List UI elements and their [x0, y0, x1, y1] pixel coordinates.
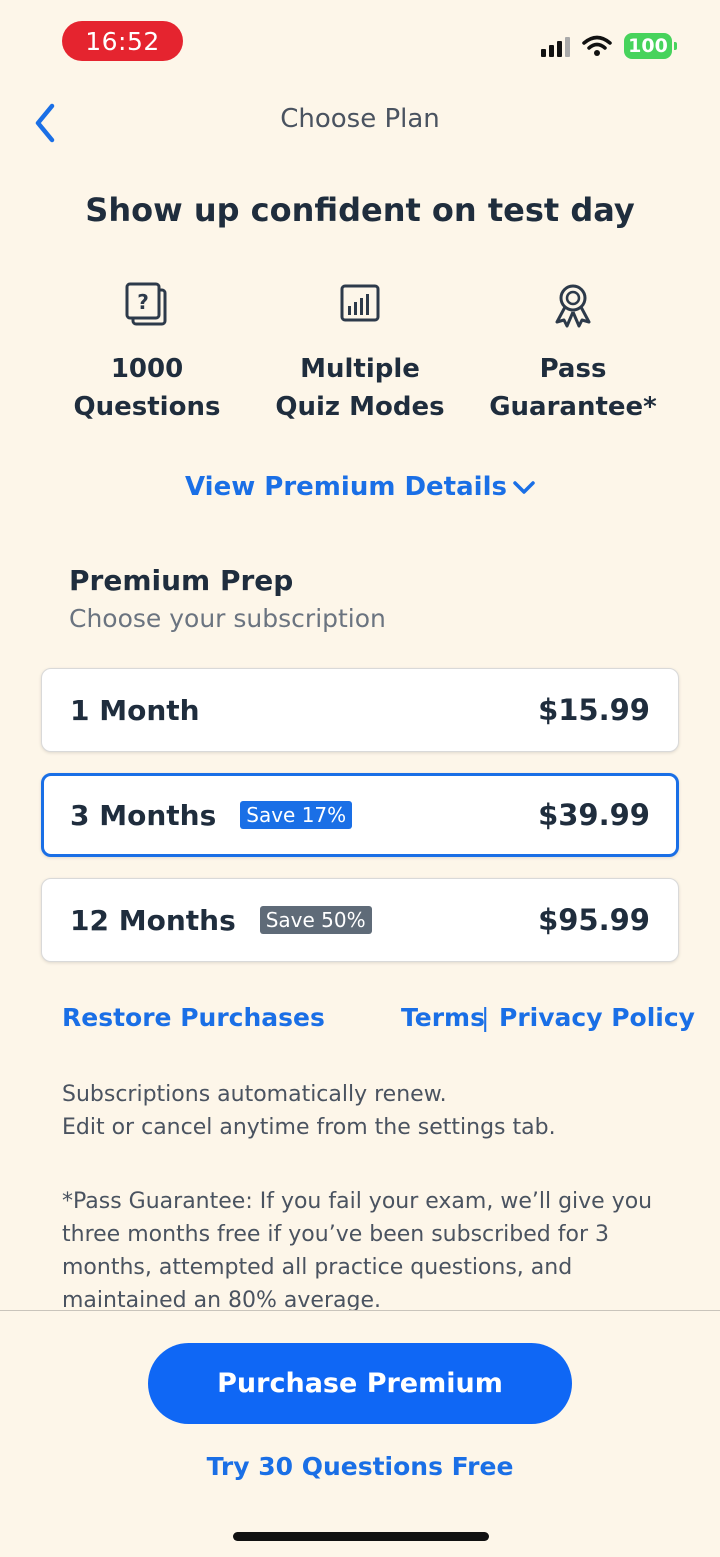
- feature-pass-line2: Guarantee*: [489, 392, 657, 422]
- save-badge: Save 17%: [240, 801, 353, 829]
- plan-option-12-months[interactable]: 12 Months Save 50% $95.99: [41, 878, 679, 962]
- plan-price: $39.99: [538, 798, 650, 832]
- feature-questions: ? 1000 Questions: [37, 280, 257, 426]
- renewal-line-1: Subscriptions automatically renew.: [62, 1082, 447, 1107]
- feature-questions-line2: Questions: [73, 392, 221, 422]
- privacy-policy-link[interactable]: Privacy Policy: [499, 1003, 695, 1032]
- plan-name: 1 Month: [70, 693, 200, 727]
- feature-pass-line1: Pass: [539, 354, 607, 384]
- feature-quiz-line2: Quiz Modes: [275, 392, 445, 422]
- feature-quiz-modes: Multiple Quiz Modes: [250, 280, 470, 426]
- view-details-label: View Premium Details: [185, 472, 507, 502]
- section-subtitle: Choose your subscription: [69, 604, 386, 633]
- plan-name: 12 Months: [70, 903, 236, 937]
- headline: Show up confident on test day: [85, 191, 635, 229]
- status-indicators: 100: [541, 33, 677, 59]
- question-cards-icon: ?: [125, 282, 167, 326]
- purchase-premium-button[interactable]: Purchase Premium: [148, 1343, 572, 1424]
- award-ribbon-icon: [555, 284, 591, 328]
- battery-icon: 100: [624, 33, 677, 59]
- plan-price: $95.99: [538, 903, 650, 937]
- link-separator: |: [481, 1003, 490, 1032]
- bar-chart-icon: [340, 284, 380, 322]
- plan-name: 3 Months: [70, 798, 217, 832]
- feature-pass-guarantee: Pass Guarantee*: [463, 280, 683, 426]
- plan-option-1-month[interactable]: 1 Month $15.99: [41, 668, 679, 752]
- view-premium-details-link[interactable]: View Premium Details: [0, 472, 720, 502]
- home-indicator: [233, 1532, 489, 1541]
- renewal-notice: Subscriptions automatically renew. Edit …: [62, 1078, 662, 1144]
- feature-questions-line1: 1000: [110, 354, 184, 384]
- wifi-icon: [582, 35, 612, 56]
- cellular-signal-icon: [541, 35, 570, 57]
- feature-quiz-line1: Multiple: [300, 354, 420, 384]
- restore-purchases-link[interactable]: Restore Purchases: [62, 1003, 325, 1032]
- plan-price: $15.99: [538, 693, 650, 727]
- section-title: Premium Prep: [69, 564, 294, 597]
- try-free-link[interactable]: Try 30 Questions Free: [0, 1452, 720, 1481]
- status-time: 16:52: [62, 21, 183, 61]
- svg-text:?: ?: [137, 290, 149, 314]
- save-badge: Save 50%: [259, 906, 372, 934]
- chevron-down-icon: [513, 480, 535, 494]
- plan-option-3-months[interactable]: 3 Months Save 17% $39.99: [41, 773, 679, 857]
- divider: [0, 1310, 720, 1311]
- renewal-line-2: Edit or cancel anytime from the settings…: [62, 1115, 556, 1140]
- feature-list: ? 1000 Questions Multiple Quiz Modes Pas…: [0, 280, 720, 430]
- pass-guarantee-disclaimer: *Pass Guarantee: If you fail your exam, …: [62, 1189, 653, 1313]
- page-title: Choose Plan: [280, 104, 440, 134]
- terms-link[interactable]: Terms: [401, 1003, 485, 1032]
